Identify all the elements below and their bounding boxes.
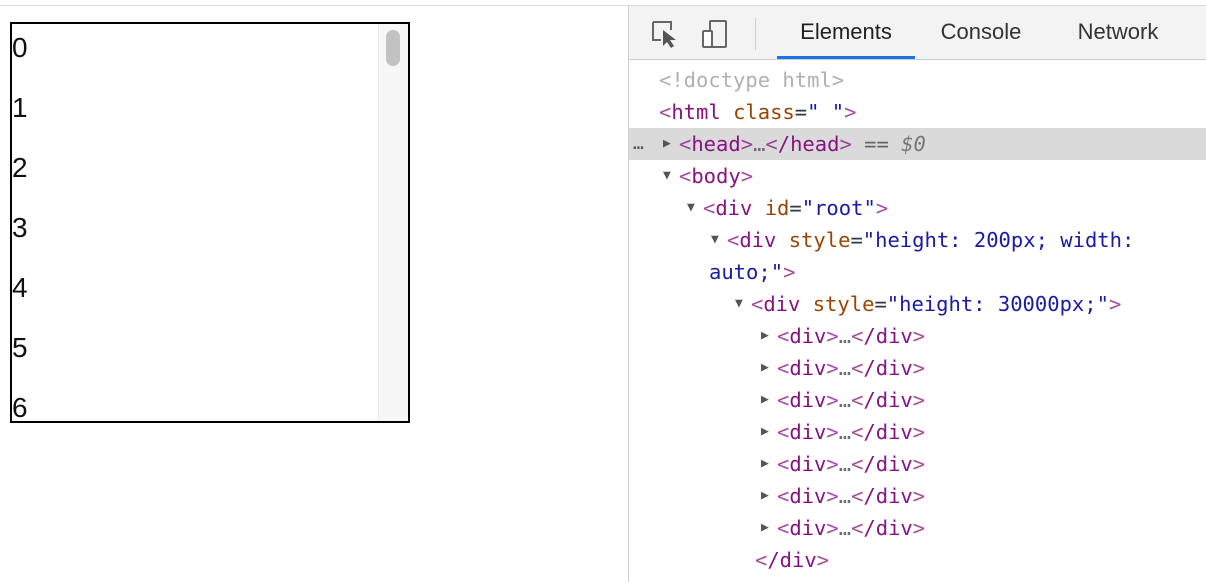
tab-network[interactable]: Network [1057,6,1179,59]
node-actions-ellipsis[interactable]: … [633,128,644,160]
collapse-triangle-icon[interactable]: ▼ [735,288,751,320]
tag-name: body [691,164,741,188]
dom-node-child[interactable]: ▶ <div>…</div> [629,320,1206,352]
attr-name: style [788,228,851,252]
selected-node-var: $0 [901,132,926,156]
list-item: 6 [12,392,28,423]
collapse-triangle-icon[interactable]: ▼ [711,224,727,256]
devtools-toolbar: Elements Console Network [629,6,1206,60]
dom-node-body[interactable]: ▼ <body> [629,160,1206,192]
inspect-element-icon[interactable] [649,18,681,50]
tab-console[interactable]: Console [925,6,1037,59]
expand-triangle-icon[interactable]: ▶ [761,320,777,352]
dom-node-child[interactable]: ▶ <div>…</div> [629,352,1206,384]
list-item: 2 [12,152,28,183]
expand-triangle-icon[interactable]: ▶ [761,352,777,384]
scrollbar-thumb[interactable] [386,30,400,66]
toolbar-separator [755,18,756,50]
vertical-scrollbar[interactable] [378,24,408,421]
device-toolbar-icon[interactable] [699,18,731,50]
dom-node-root[interactable]: ▼ <div id="root"> [629,192,1206,224]
list-item: 1 [12,92,28,123]
dom-node-child[interactable]: ▶ <div>…</div> [629,448,1206,480]
tag-name: div [715,196,753,220]
attr-value: " " [807,100,845,124]
tag-name: head [691,132,741,156]
attr-value: "root" [801,196,876,220]
attr-name: class [733,100,795,124]
dom-node-outer-div[interactable]: ▼ <div style="height: 200px; width: [629,224,1206,256]
dom-tree: <!doctype html> <html class=" "> … ▶ <hea… [629,64,1206,576]
expand-triangle-icon[interactable]: ▶ [761,512,777,544]
dom-node-head[interactable]: … ▶ <head>…</head> == $0 [629,128,1206,160]
tag-name: div [739,228,777,252]
attr-value: "height: 200px; width: [862,228,1135,252]
dom-node-outer-div-cont: auto;"> [709,260,796,284]
doctype-text: <!doctype html> [659,68,845,92]
scroll-container[interactable]: 0 1 2 3 4 5 6 [10,22,410,423]
expand-triangle-icon[interactable]: ▶ [663,128,679,160]
collapse-triangle-icon[interactable]: ▼ [687,192,703,224]
dom-node-inner-div[interactable]: ▼ <div style="height: 30000px;"> [629,288,1206,320]
dom-node-inner-div-close[interactable]: </div> [629,544,1206,576]
dom-node-html[interactable]: <html class=" "> [629,96,1206,128]
dom-node-doctype[interactable]: <!doctype html> [629,64,1206,96]
collapse-triangle-icon[interactable]: ▼ [663,160,679,192]
list-item: 3 [12,212,28,243]
list-item: 4 [12,272,28,303]
list-item: 5 [12,332,28,363]
expand-triangle-icon[interactable]: ▶ [761,416,777,448]
attr-value-continued: auto;" [709,260,784,284]
tag-name: html [671,100,721,124]
attr-name: id [764,196,790,220]
list-item: 0 [12,32,28,63]
attr-value: "height: 30000px;" [886,292,1109,316]
dom-node-child[interactable]: ▶ <div>…</div> [629,384,1206,416]
tab-elements[interactable]: Elements [777,6,915,59]
dom-node-child[interactable]: ▶ <div>…</div> [629,512,1206,544]
item-list: 0 1 2 3 4 5 6 [12,24,378,423]
expand-triangle-icon[interactable]: ▶ [761,480,777,512]
tag-name: div [763,292,801,316]
devtools-panel: Elements Console Network <!doctype html>… [628,6,1206,582]
expand-triangle-icon[interactable]: ▶ [761,384,777,416]
dom-node-child[interactable]: ▶ <div>…</div> [629,416,1206,448]
attr-name: style [812,292,875,316]
dom-node-child[interactable]: ▶ <div>…</div> [629,480,1206,512]
expand-triangle-icon[interactable]: ▶ [761,448,777,480]
